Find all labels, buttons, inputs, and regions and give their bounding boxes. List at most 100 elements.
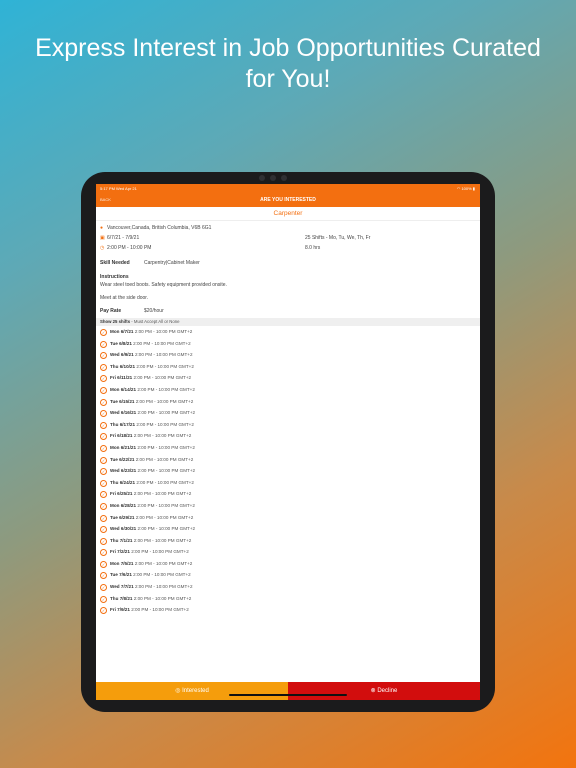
shift-row[interactable]: ✓ Wed 6/16/21 2:00 PM - 10:00 PM GMT+2 xyxy=(96,407,480,419)
check-icon: ✓ xyxy=(100,410,107,418)
decline-label: Decline xyxy=(377,688,398,694)
battery-icon: ▮ xyxy=(472,186,475,191)
shift-date: Mon 6/28/21 xyxy=(110,502,137,508)
check-icon: ✓ xyxy=(100,386,107,394)
shift-row[interactable]: ✓ Tue 6/8/21 2:00 PM - 10:00 PM GMT+2 xyxy=(96,338,480,350)
shift-time: 2:00 PM - 10:00 PM GMT+2 xyxy=(134,560,193,566)
shift-time: 2:00 PM - 10:00 PM GMT+2 xyxy=(134,584,193,590)
pay-label: Pay Rate xyxy=(100,308,122,314)
shift-time: 2:00 PM - 10:00 PM GMT+2 xyxy=(136,363,194,369)
shift-date: Thu 6/17/21 xyxy=(110,421,136,427)
shift-date: Wed 6/9/21 xyxy=(110,352,134,358)
decline-button[interactable]: ⊗ Decline xyxy=(288,682,480,700)
skill-row: Skill Needed Carpentry|Cabinet Maker xyxy=(100,258,476,268)
shift-row[interactable]: ✓ Mon 6/7/21 2:00 PM - 10:00 PM GMT+2 xyxy=(96,326,480,338)
shift-time: 2:00 PM - 10:00 PM GMT+2 xyxy=(137,410,196,416)
shift-date: Tue 6/22/21 xyxy=(110,456,135,462)
x-circle-icon: ⊗ xyxy=(370,688,376,694)
shift-row[interactable]: ✓ Fri 6/25/21 2:00 PM - 10:00 PM GMT+2 xyxy=(96,488,480,500)
status-bar: 5:17 PM Wed Apr 21 ◠ 100% ▮ xyxy=(96,184,480,193)
tablet-frame: 5:17 PM Wed Apr 21 ◠ 100% ▮ BACK ARE YOU… xyxy=(81,172,495,712)
home-indicator[interactable] xyxy=(229,694,347,696)
headline: Express Interest in Job Opportunities Cu… xyxy=(35,34,541,93)
shift-date: Tue 6/29/21 xyxy=(110,514,135,520)
dates-row: ▣ 6/7/21 - 7/9/21 25 Shifts - Mo, Tu, We,… xyxy=(100,233,476,243)
job-details: ● Vancouver,Canada, British Columbia, V6B… xyxy=(96,223,480,316)
shift-row[interactable]: ✓ Thu 7/1/21 2:00 PM - 10:00 PM GMT+2 xyxy=(96,535,480,547)
calendar-icon: ▣ xyxy=(100,235,105,241)
clock-icon: ◷ xyxy=(100,245,105,251)
check-icon: ✓ xyxy=(100,479,107,487)
shift-time: 2:00 PM - 10:00 PM GMT+2 xyxy=(133,375,192,381)
shift-row[interactable]: ✓ Fri 7/2/21 2:00 PM - 10:00 PM GMT+2 xyxy=(96,546,480,558)
shift-row[interactable]: ✓ Mon 6/21/21 2:00 PM - 10:00 PM GMT+2 xyxy=(96,442,480,454)
check-icon: ✓ xyxy=(100,491,107,499)
shift-date: Thu 7/1/21 xyxy=(110,537,133,543)
shift-time: 2:00 PM - 10:00 PM GMT+2 xyxy=(136,479,194,485)
shifts-note: - Must Accept All or None xyxy=(130,319,180,324)
shift-row[interactable]: ✓ Tue 7/6/21 2:00 PM - 10:00 PM GMT+2 xyxy=(96,569,480,581)
shifts-header[interactable]: Show 25 shifts - Must Accept All or None xyxy=(96,318,480,326)
check-icon: ✓ xyxy=(100,363,107,371)
interested-button[interactable]: ◎ Interested xyxy=(96,682,288,700)
shift-row[interactable]: ✓ Thu 7/8/21 2:00 PM - 10:00 PM GMT+2 xyxy=(96,593,480,605)
check-icon: ✓ xyxy=(100,444,107,452)
hours-text: 8.0 hrs xyxy=(305,245,321,251)
shift-time: 2:00 PM - 10:00 PM GMT+2 xyxy=(133,340,191,346)
shift-row[interactable]: ✓ Fri 6/18/21 2:00 PM - 10:00 PM GMT+2 xyxy=(96,430,480,442)
shift-date: Fri 7/9/21 xyxy=(110,607,130,613)
pay-value: $20/hour xyxy=(144,308,164,314)
shift-time: 2:00 PM - 10:00 PM GMT+2 xyxy=(136,421,194,427)
shift-date: Mon 7/5/21 xyxy=(110,560,134,566)
check-icon: ✓ xyxy=(100,514,107,522)
shift-row[interactable]: ✓ Tue 6/15/21 2:00 PM - 10:00 PM GMT+2 xyxy=(96,396,480,408)
shift-time: 2:00 PM - 10:00 PM GMT+2 xyxy=(133,595,192,601)
instructions-label-row: Instructions xyxy=(100,273,476,281)
shift-time: 2:00 PM - 10:00 PM GMT+2 xyxy=(131,549,189,555)
status-time: 5:17 PM Wed Apr 21 xyxy=(100,186,137,191)
check-icon: ✓ xyxy=(100,421,107,429)
back-button[interactable]: BACK xyxy=(100,193,111,207)
check-icon: ✓ xyxy=(100,584,107,592)
dates-text: 6/7/21 - 7/9/21 xyxy=(107,235,140,241)
shift-row[interactable]: ✓ Wed 6/23/21 2:00 PM - 10:00 PM GMT+2 xyxy=(96,465,480,477)
shift-date: Fri 6/18/21 xyxy=(110,433,133,439)
wifi-icon: ◠ xyxy=(456,186,461,191)
shift-row[interactable]: ✓ Tue 6/22/21 2:00 PM - 10:00 PM GMT+2 xyxy=(96,454,480,466)
shift-time: 2:00 PM - 10:00 PM GMT+2 xyxy=(135,456,194,462)
app-screen: 5:17 PM Wed Apr 21 ◠ 100% ▮ BACK ARE YOU… xyxy=(96,184,480,700)
shift-row[interactable]: ✓ Fri 7/9/21 2:00 PM - 10:00 PM GMT+2 xyxy=(96,604,480,616)
shift-date: Thu 6/10/21 xyxy=(110,363,136,369)
status-battery: ◠ 100% ▮ xyxy=(457,184,475,193)
shift-days-text: 25 Shifts - Mo, Tu, We, Th, Fr xyxy=(305,235,371,241)
time-text: 2:00 PM - 10:00 PM xyxy=(107,245,152,251)
shift-time: 2:00 PM - 10:00 PM GMT+2 xyxy=(131,607,189,613)
shift-row[interactable]: ✓ Mon 6/14/21 2:00 PM - 10:00 PM GMT+2 xyxy=(96,384,480,396)
shift-row[interactable]: ✓ Mon 6/28/21 2:00 PM - 10:00 PM GMT+2 xyxy=(96,500,480,512)
check-icon: ✓ xyxy=(100,595,107,603)
sensor-dot-icon xyxy=(281,175,287,181)
shift-row[interactable]: ✓ Thu 6/10/21 2:00 PM - 10:00 PM GMT+2 xyxy=(96,361,480,373)
shift-row[interactable]: ✓ Thu 6/24/21 2:00 PM - 10:00 PM GMT+2 xyxy=(96,477,480,489)
nav-title: ARE YOU INTERESTED xyxy=(260,197,316,203)
shift-row[interactable]: ✓ Tue 6/29/21 2:00 PM - 10:00 PM GMT+2 xyxy=(96,512,480,524)
shift-date: Tue 7/6/21 xyxy=(110,572,132,578)
shift-row[interactable]: ✓ Wed 6/9/21 2:00 PM - 10:00 PM GMT+2 xyxy=(96,349,480,361)
shift-row[interactable]: ✓ Thu 6/17/21 2:00 PM - 10:00 PM GMT+2 xyxy=(96,419,480,431)
shift-row[interactable]: ✓ Wed 6/30/21 2:00 PM - 10:00 PM GMT+2 xyxy=(96,523,480,535)
shift-row[interactable]: ✓ Fri 6/11/21 2:00 PM - 10:00 PM GMT+2 xyxy=(96,372,480,384)
skill-value: Carpentry|Cabinet Maker xyxy=(144,260,200,266)
check-icon: ✓ xyxy=(100,607,107,615)
shift-time: 2:00 PM - 10:00 PM GMT+2 xyxy=(133,537,192,543)
shift-date: Wed 6/30/21 xyxy=(110,526,137,532)
shift-time: 2:00 PM - 10:00 PM GMT+2 xyxy=(137,444,195,450)
shifts-count: Show 25 shifts xyxy=(100,319,131,324)
shift-date: Wed 6/16/21 xyxy=(110,410,137,416)
shift-row[interactable]: ✓ Mon 7/5/21 2:00 PM - 10:00 PM GMT+2 xyxy=(96,558,480,570)
shift-row[interactable]: ✓ Wed 7/7/21 2:00 PM - 10:00 PM GMT+2 xyxy=(96,581,480,593)
shift-date: Tue 6/15/21 xyxy=(110,398,135,404)
shift-date: Fri 7/2/21 xyxy=(110,549,130,555)
shift-list: ✓ Mon 6/7/21 2:00 PM - 10:00 PM GMT+2 ✓ Tue… xyxy=(96,326,480,616)
job-title: Carpenter xyxy=(96,207,480,221)
check-icon: ✓ xyxy=(100,329,107,336)
